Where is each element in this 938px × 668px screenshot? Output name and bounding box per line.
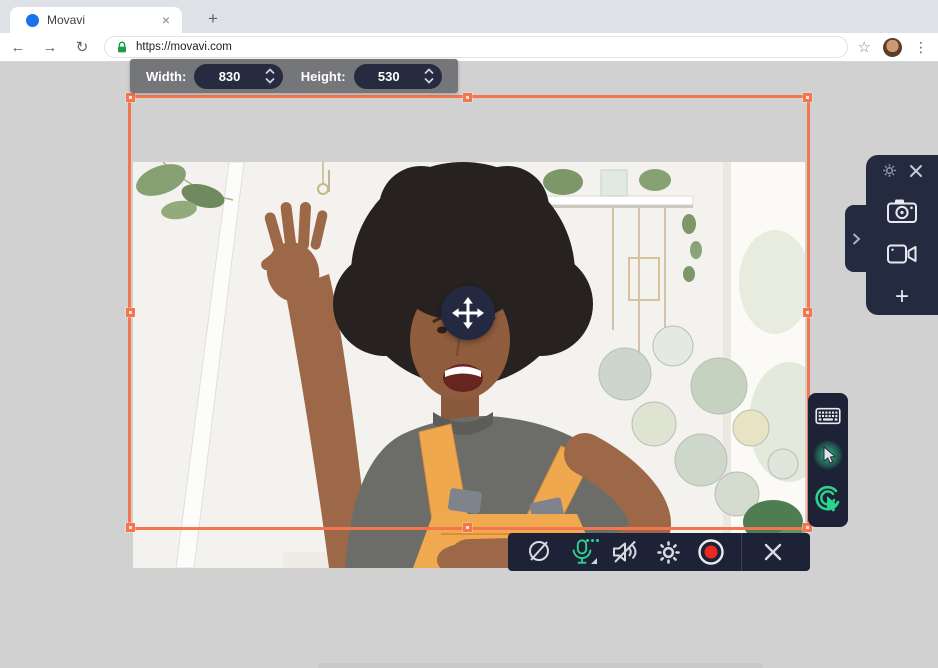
reload-icon[interactable]: ↻ (68, 35, 96, 59)
tab-title: Movavi (47, 13, 86, 27)
resize-handle-top-left[interactable] (126, 93, 135, 102)
https-lock-icon (117, 41, 127, 52)
side-panel-collapse-tab[interactable] (845, 205, 867, 272)
record-button[interactable] (696, 537, 726, 567)
browser-toolbar: ← → ↻ https://movavi.com ☆ ⋮ (0, 33, 938, 62)
highlight-clicks-button[interactable] (814, 485, 842, 513)
stepper-arrows-icon (424, 68, 434, 84)
highlight-cursor-button[interactable] (813, 439, 843, 470)
resize-handle-middle-left[interactable] (126, 308, 135, 317)
keyboard-shortcuts-button[interactable] (815, 407, 841, 425)
capture-tools-panel: + (866, 155, 938, 315)
resize-handle-top-right[interactable] (803, 93, 812, 102)
toolbar-divider (741, 533, 742, 571)
mic-level-indicator (586, 539, 599, 542)
record-toolbar (508, 533, 810, 571)
screenshot-camera-icon (887, 199, 917, 223)
site-favicon (26, 13, 39, 27)
width-input[interactable]: 830 (194, 63, 283, 89)
gear-icon (882, 164, 896, 177)
new-tab-button[interactable]: + (200, 6, 226, 32)
resize-handle-top-center[interactable] (463, 93, 472, 102)
microphone-button[interactable] (567, 537, 599, 567)
height-value[interactable]: 530 (354, 69, 424, 84)
browser-menu-icon[interactable]: ⋮ (914, 39, 928, 56)
width-stepper[interactable] (265, 67, 275, 85)
resize-handle-middle-right[interactable] (803, 308, 812, 317)
record-settings-button[interactable] (653, 537, 683, 567)
height-label: Height: (300, 68, 346, 84)
record-icon (698, 539, 724, 565)
move-region-button[interactable] (441, 286, 495, 340)
mic-dropdown-icon[interactable] (591, 558, 597, 564)
resize-handle-bottom-center[interactable] (463, 523, 472, 532)
webcam-capture-button[interactable] (886, 242, 918, 266)
bookmark-star-icon[interactable]: ☆ (858, 38, 871, 56)
capture-size-toolbar: Width: 830 Height: 530 (130, 59, 458, 93)
width-label: Width: (146, 68, 187, 84)
resize-handle-bottom-left[interactable] (126, 523, 135, 532)
cursor-effects-panel (808, 393, 848, 527)
height-stepper[interactable] (424, 67, 434, 85)
height-input[interactable]: 530 (353, 63, 442, 89)
webcam-icon (887, 244, 917, 264)
collapse-chevron-icon (852, 232, 861, 245)
close-icon (909, 164, 922, 177)
back-icon[interactable]: ← (4, 35, 32, 59)
address-bar[interactable]: https://movavi.com (104, 36, 848, 58)
click-highlight-icon (815, 486, 840, 512)
tab-close-icon[interactable]: × (158, 12, 174, 28)
url-text: https://movavi.com (136, 41, 232, 53)
width-value[interactable]: 830 (194, 69, 264, 84)
move-arrows-icon (452, 297, 484, 329)
cursor-icon (823, 445, 836, 464)
browser-tab[interactable]: Movavi × (10, 7, 182, 33)
keyboard-icon (815, 407, 841, 424)
system-sound-button[interactable] (610, 537, 640, 567)
screenshot-button[interactable] (886, 197, 918, 224)
forward-icon[interactable]: → (36, 35, 64, 59)
gear-icon (656, 540, 680, 564)
stepper-arrows-icon (265, 68, 275, 84)
horizontal-scrollbar[interactable] (318, 663, 763, 668)
system-sound-off-icon (613, 540, 637, 563)
close-icon (764, 543, 782, 561)
webcam-off-icon (529, 541, 549, 561)
profile-avatar[interactable] (883, 37, 902, 57)
webcam-off-button[interactable] (524, 537, 554, 567)
cancel-capture-button[interactable] (758, 537, 788, 567)
panel-close-button[interactable] (909, 164, 923, 178)
add-tool-button[interactable]: + (895, 284, 909, 309)
panel-settings-button[interactable] (882, 163, 897, 178)
browser-tab-strip: Movavi × + (0, 0, 938, 33)
